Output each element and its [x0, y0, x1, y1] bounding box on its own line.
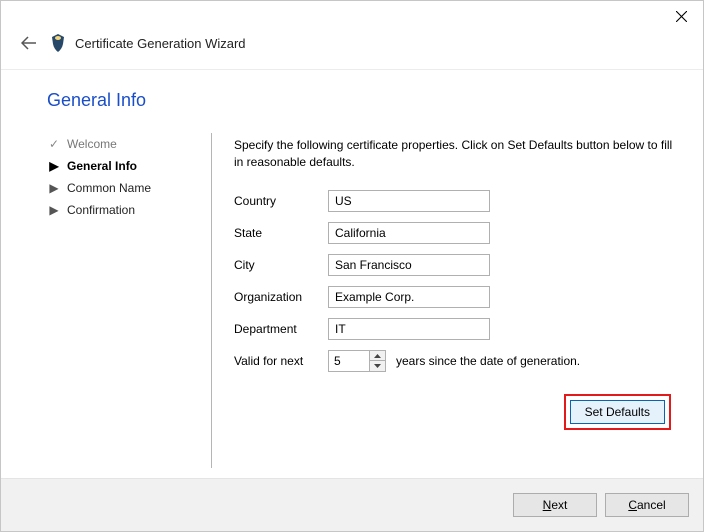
- body: ✓ Welcome ▶ General Info ▶ Common Name ▶…: [47, 133, 679, 468]
- step-label: General Info: [67, 159, 137, 173]
- wizard-steps: ✓ Welcome ▶ General Info ▶ Common Name ▶…: [47, 133, 197, 468]
- triangle-right-icon: ▶: [47, 181, 61, 195]
- city-label: City: [234, 258, 328, 272]
- spinner-up-button[interactable]: [370, 351, 385, 362]
- next-button[interactable]: Next: [513, 493, 597, 517]
- vertical-divider: [211, 133, 212, 468]
- row-country: Country: [234, 190, 679, 212]
- organization-input[interactable]: [328, 286, 490, 308]
- chevron-down-icon: [374, 364, 381, 368]
- step-label: Welcome: [67, 137, 117, 151]
- step-confirmation: ▶ Confirmation: [47, 203, 197, 217]
- valid-years-spinner[interactable]: [328, 350, 386, 372]
- cancel-label-rest: ancel: [637, 498, 666, 512]
- department-label: Department: [234, 322, 328, 336]
- step-label: Common Name: [67, 181, 151, 195]
- defaults-wrap: Set Defaults: [234, 394, 679, 430]
- row-department: Department: [234, 318, 679, 340]
- footer: Next Cancel: [1, 478, 703, 531]
- titlebar: [1, 1, 703, 31]
- close-button[interactable]: [659, 2, 703, 30]
- set-defaults-button[interactable]: Set Defaults: [570, 400, 665, 424]
- wizard-window: Certificate Generation Wizard General In…: [0, 0, 704, 532]
- header: Certificate Generation Wizard: [1, 31, 703, 70]
- valid-years-label: Valid for next: [234, 354, 328, 368]
- step-welcome: ✓ Welcome: [47, 137, 197, 151]
- triangle-right-icon: ▶: [47, 203, 61, 217]
- country-input[interactable]: [328, 190, 490, 212]
- row-organization: Organization: [234, 286, 679, 308]
- triangle-right-icon: ▶: [47, 159, 61, 173]
- valid-years-input[interactable]: [329, 351, 369, 371]
- window-title: Certificate Generation Wizard: [75, 36, 246, 51]
- page-title: General Info: [47, 90, 679, 111]
- arrow-left-icon: [21, 36, 37, 50]
- content: General Info ✓ Welcome ▶ General Info ▶ …: [1, 70, 703, 478]
- row-state: State: [234, 222, 679, 244]
- check-icon: ✓: [47, 137, 61, 151]
- row-city: City: [234, 254, 679, 276]
- chevron-up-icon: [374, 354, 381, 358]
- certificate-wizard-icon: [49, 34, 67, 52]
- state-input[interactable]: [328, 222, 490, 244]
- spinner-down-button[interactable]: [370, 361, 385, 371]
- close-icon: [676, 11, 687, 22]
- step-common-name: ▶ Common Name: [47, 181, 197, 195]
- set-defaults-highlight: Set Defaults: [564, 394, 671, 430]
- step-label: Confirmation: [67, 203, 135, 217]
- cancel-button[interactable]: Cancel: [605, 493, 689, 517]
- state-label: State: [234, 226, 328, 240]
- row-valid-years: Valid for next years since the date: [234, 350, 679, 372]
- instructions-text: Specify the following certificate proper…: [234, 137, 674, 172]
- step-general-info: ▶ General Info: [47, 159, 197, 173]
- valid-years-trail: years since the date of generation.: [396, 354, 580, 368]
- city-input[interactable]: [328, 254, 490, 276]
- back-button[interactable]: [17, 31, 41, 55]
- country-label: Country: [234, 194, 328, 208]
- form-area: Specify the following certificate proper…: [234, 133, 679, 468]
- department-input[interactable]: [328, 318, 490, 340]
- organization-label: Organization: [234, 290, 328, 304]
- next-label-rest: ext: [551, 498, 567, 512]
